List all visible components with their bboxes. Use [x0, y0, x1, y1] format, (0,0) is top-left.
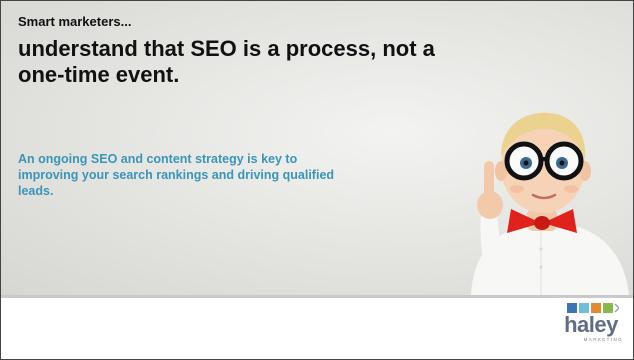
divider	[1, 295, 633, 298]
hero-photo: Smart marketers... understand that SEO i…	[1, 1, 633, 295]
body-text: An ongoing SEO and content strategy is k…	[18, 152, 335, 198]
headline: understand that SEO is a process, not a …	[18, 36, 435, 87]
logo-wordmark: haley	[564, 312, 618, 337]
haley-logo: haley MARKETING	[559, 301, 623, 345]
slide: Smart marketers... understand that SEO i…	[0, 0, 634, 360]
kicker-text: Smart marketers...	[18, 14, 132, 29]
child-with-glasses-illustration	[471, 112, 629, 295]
logo-tagline: MARKETING	[583, 337, 623, 342]
